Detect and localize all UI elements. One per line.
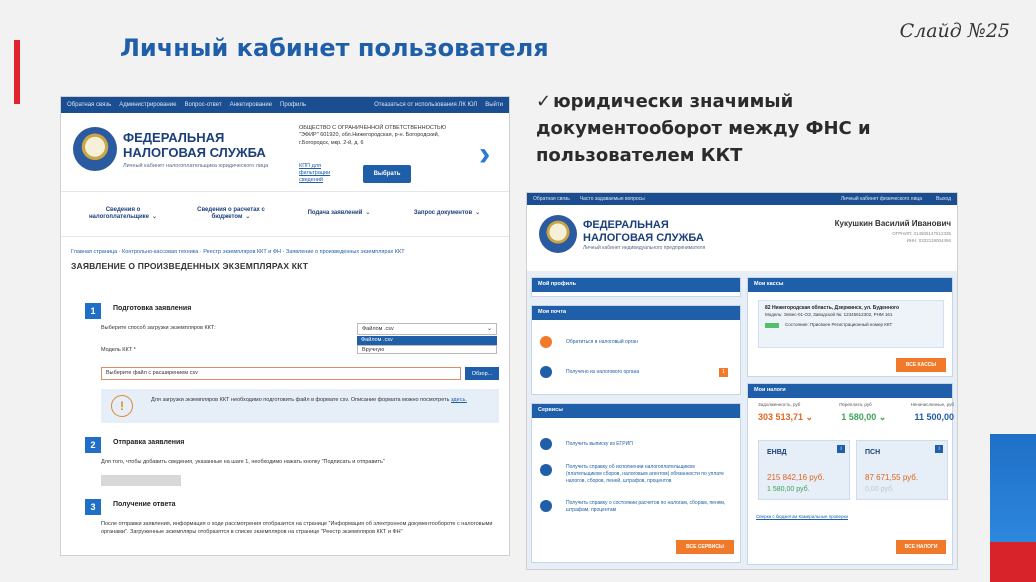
mail-panel: Моя почта Обратиться в налоговый орган П… [531,305,741,395]
cash-registers-panel: Мои кассы 82 Нижегородская область, Дзер… [747,277,953,377]
tax-card-psn[interactable]: ПСН i 87 671,55 руб. 0,00 руб. [856,440,948,500]
step-title: Получение ответа [113,501,176,508]
unread-badge: 1 [719,367,728,377]
slide-title: Личный кабинет пользователя [120,34,549,62]
panel-title: Моя почта [532,306,740,320]
tax-overpay-amount: 0,00 руб. [865,486,894,493]
panel-title: Мои кассы [748,278,952,292]
warning-icon: ! [111,395,133,417]
tax-name: ПСН [865,449,881,456]
service-egrip-extract[interactable]: Получить выписку из ЕГРИП [540,438,730,450]
all-registers-button[interactable]: ВСЕ КАССЫ [896,358,946,372]
info-box: ! Для загрузки экземпляров ККТ необходим… [101,389,499,423]
services-panel: Сервисы Получить выписку из ЕГРИП Получи… [531,403,741,563]
step-number: 2 [85,437,101,453]
nav-feedback[interactable]: Обратная связь [533,196,570,202]
tax-name: ЕНВД [767,449,787,456]
panel-title: Мой профиль [532,278,740,292]
feature-note: ✓ юридически значимый документооборот меж… [536,88,906,169]
debt-value[interactable]: 303 513,71 ⌄ [758,412,813,423]
fns-emblem-icon [539,215,577,253]
budget-reconciliation-link[interactable]: Сверки с бюджетом Камеральные проверки [756,514,848,520]
top-navbar: Обратная связь Часто задаваемые вопросы … [527,193,957,205]
screenshot-entrepreneur-cabinet: Обратная связь Часто задаваемые вопросы … [526,192,958,570]
tax-card-envd[interactable]: ЕНВД i 215 842,16 руб. 1 580,00 руб. [758,440,850,500]
cabinet-subtitle: Личный кабинет индивидуального предприни… [583,245,706,251]
info-icon[interactable]: i [837,445,845,453]
step-2-text: Для того, чтобы добавить сведения, указа… [101,459,385,465]
fns-logo-text: ФЕДЕРАЛЬНАЯ НАЛОГОВАЯ СЛУЖБА [583,219,704,244]
browse-button[interactable]: Обзор... [465,367,499,380]
tax-overpay-amount: 1 580,00 руб. [767,486,810,493]
nav-personal-cabinet[interactable]: Личный кабинет физического лица [841,196,922,202]
dropdown-option-manual[interactable]: Вручную [357,345,497,354]
screenshot-legal-entity-cabinet: Обратная связь Администрирование Вопрос-… [60,96,510,556]
info-icon[interactable]: i [935,445,943,453]
service-obligation-certificate[interactable]: Получить справку об исполнении налогопла… [540,464,730,484]
decor-blue-block [990,434,1036,554]
load-method-label: Выберите способ загрузки экземпляров ККТ… [101,325,216,331]
file-input[interactable]: Выберите файл с расширением csv [101,367,461,380]
user-ids: ОГРНИП: 314505147512335 ИНН: 03321190044… [892,231,951,243]
decor-red-block [990,542,1036,582]
overpayment-value[interactable]: 1 580,00 ⌄ [841,412,886,423]
taxes-panel: Мои налоги Задолженность, руб Переплата,… [747,383,954,565]
header: ФЕДЕРАЛЬНАЯ НАЛОГОВАЯ СЛУЖБА Личный каби… [527,205,957,271]
all-taxes-button[interactable]: ВСЕ НАЛОГИ [896,540,946,554]
tax-debt-amount: 87 671,55 руб. [865,473,919,482]
cash-register-card[interactable]: 82 Нижегородская область, Дзержинск, ул.… [758,300,944,348]
certificate-icon [540,464,552,476]
envelope-icon [540,336,552,348]
all-services-button[interactable]: ВСЕ СЕРВИСЫ [676,540,734,554]
status-indicator [765,322,779,328]
check-icon: ✓ [536,91,552,112]
debt-label: Задолженность, руб [758,402,801,407]
inbox-icon [540,366,552,378]
register-model: Модель: Элвес-01-ОЗ, Заводской №: 123456… [765,312,893,318]
user-name[interactable]: Кукушкин Василий Иванович [835,219,951,228]
accent-red-bar [14,40,20,104]
unaccrued-label: Неначисленные, руб [910,402,954,407]
panel-title: Мои налоги [748,384,952,398]
tax-debt-amount: 215 842,16 руб. [767,473,825,482]
application-form: 1 Подготовка заявления Выберите способ з… [61,97,509,555]
dropdown-option-csv[interactable]: Файлом .csv [357,336,497,345]
feature-note-text: юридически значимый документооборот межд… [536,91,871,166]
slide-number: Слайд №25 [899,20,1010,42]
chevron-down-icon: ⌄ [486,326,492,332]
overpayment-label: Переплата, руб [839,402,872,407]
step-number: 3 [85,499,101,515]
info-text: Для загрузки экземпляров ККТ необходимо … [151,397,450,403]
format-description-link[interactable]: здесь. [451,397,467,403]
nav-logout[interactable]: Выход [936,196,951,202]
profile-panel[interactable]: Мой профиль [531,277,741,297]
load-method-select[interactable]: Файлом .csv ⌄ [357,323,497,335]
model-label: Модель ККТ * [101,347,136,353]
panel-title: Сервисы [532,404,740,418]
document-icon [540,438,552,450]
register-status: Состояние: Присвоен Регистрационный номе… [785,321,893,327]
certificate-icon [540,500,552,512]
step-title: Подготовка заявления [113,305,192,312]
dashboard: Мой профиль Моя почта Обратиться в налог… [527,271,957,569]
sign-and-send-button[interactable] [101,475,181,486]
nav-faq[interactable]: Часто задаваемые вопросы [580,196,645,202]
step-title: Отправка заявления [113,439,185,446]
service-settlement-certificate[interactable]: Получить справку о состоянии расчетов по… [540,500,730,514]
mail-item-received[interactable]: Получено из налогового органа 1 [540,366,728,378]
mail-item-contact[interactable]: Обратиться в налоговый орган [540,336,638,348]
unaccrued-value: 11 500,00 [914,412,954,422]
step-3-text: После отправки заявления, информация о х… [101,521,493,535]
step-number: 1 [85,303,101,319]
